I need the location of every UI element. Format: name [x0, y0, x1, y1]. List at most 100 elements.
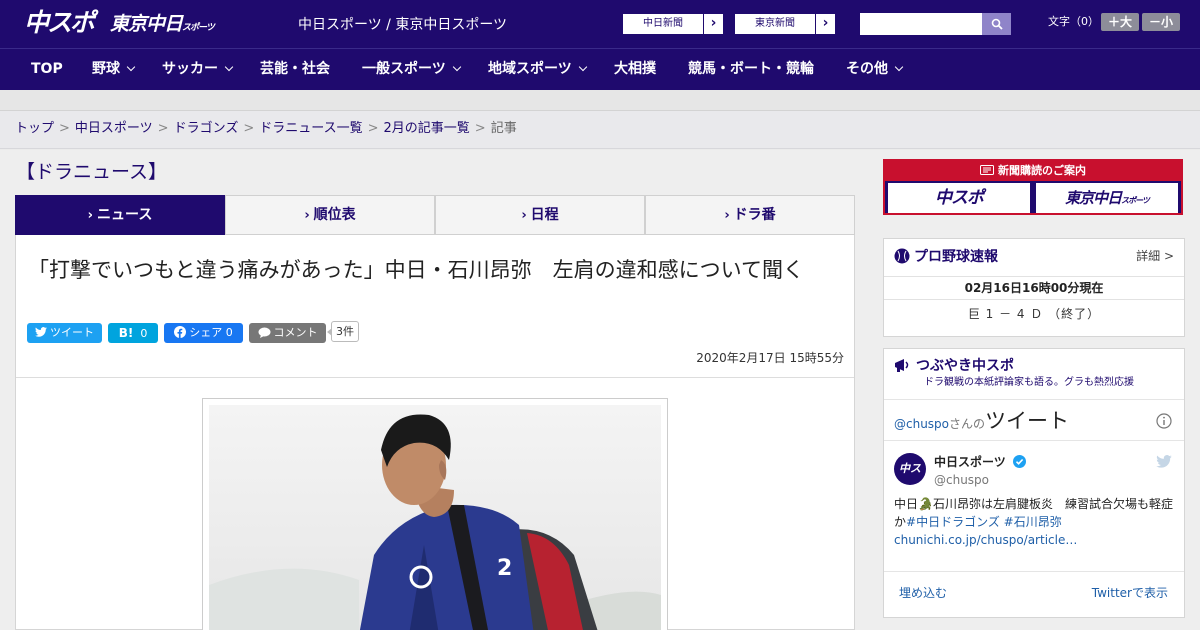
subscribe-tokyo-chunichi-small: スポーツ: [1121, 196, 1150, 205]
facebook-share-label: シェア: [189, 326, 223, 339]
nav-racing[interactable]: 競馬・ボート・競輪: [688, 49, 814, 91]
chevron-right-icon: ›: [521, 208, 527, 223]
breadcrumb-month-list[interactable]: 2月の記事一覧: [384, 121, 470, 136]
embed-link[interactable]: 埋め込む: [899, 572, 947, 614]
nav-top[interactable]: TOP: [31, 49, 63, 91]
subscribe-tokyo-chunichi-button[interactable]: 東京中日スポーツ: [1036, 183, 1178, 213]
tweet-widget-title: つぶやき中スポ: [894, 357, 1014, 375]
hatena-count: 0: [140, 327, 148, 340]
font-increase-button[interactable]: ＋大: [1101, 13, 1139, 31]
pro-baseball-title-text: プロ野球速報: [914, 249, 998, 265]
chevron-down-icon: [126, 62, 136, 72]
font-decrease-button[interactable]: －小: [1142, 13, 1180, 31]
chunichi-shimbun-link[interactable]: 中日新聞 ›: [622, 13, 724, 35]
nav-racing-label: 競馬・ボート・競輪: [688, 61, 814, 77]
tweet-timeline-account[interactable]: @chuspoさんのツイート: [894, 400, 1069, 442]
tab-schedule[interactable]: › 日程: [435, 195, 645, 235]
article: 「打撃でいつもと違う痛みがあった」中日・石川昂弥 左肩の違和感について聞く ツイ…: [15, 235, 855, 630]
search-button[interactable]: [982, 13, 1011, 35]
pro-baseball-title: プロ野球速報: [894, 248, 998, 266]
chevron-down-icon: [452, 62, 461, 72]
tweet-account-suffix: さんの: [949, 417, 986, 431]
tab-dora-ban-label: ドラ番: [733, 207, 776, 223]
article-photo[interactable]: 2: [202, 398, 668, 630]
comment-button[interactable]: コメント: [249, 323, 326, 343]
tokyo-chunichi-logo-small: スポーツ: [182, 23, 215, 33]
breadcrumb-dragons[interactable]: ドラゴンズ: [174, 121, 239, 136]
tweet-link[interactable]: chunichi.co.jp/chuspo/article…: [894, 533, 1077, 547]
svg-text:2: 2: [497, 556, 512, 581]
nav-sumo-label: 大相撲: [614, 61, 656, 77]
breadcrumb-chuspo[interactable]: 中日スポーツ: [75, 121, 153, 136]
speech-bubble-icon: [258, 327, 270, 338]
nav-local-sports[interactable]: 地域スポーツ: [488, 49, 587, 91]
subscription-banner[interactable]: 新聞購読のご案内 中スポ 東京中日スポーツ: [883, 159, 1183, 215]
tweet-widget-title-text: つぶやき中スポ: [916, 358, 1014, 374]
chevron-down-icon: [578, 62, 587, 72]
tweet-widget-footer: 埋め込む Twitterで表示: [884, 571, 1184, 613]
pro-baseball-widget: プロ野球速報 詳細 > 02月16日16時00分現在 巨 1 － 4 Ｄ （終了…: [883, 238, 1185, 337]
subscribe-chuspo-button[interactable]: 中スポ: [888, 183, 1030, 213]
nav-soccer-label: サッカー: [162, 61, 218, 77]
nav-other-label: その他: [846, 61, 888, 77]
comment-count[interactable]: 3件: [327, 321, 359, 342]
breadcrumb-current: 記事: [490, 121, 517, 136]
chevron-right-icon: ›: [815, 14, 835, 34]
twitter-icon: [35, 327, 47, 337]
subscribe-tokyo-chunichi-label: 東京中日: [1065, 189, 1122, 207]
pro-baseball-score[interactable]: 巨 1 － 4 Ｄ （終了）: [884, 306, 1184, 322]
tweet-author-handle[interactable]: @chuspo: [934, 473, 989, 487]
view-on-twitter-link[interactable]: Twitterで表示: [1092, 572, 1168, 614]
twitter-bird-icon: [1156, 455, 1172, 468]
nav-baseball[interactable]: 野球: [92, 49, 136, 91]
tokyo-shimbun-link[interactable]: 東京新聞 ›: [734, 13, 836, 35]
tab-dora-ban[interactable]: › ドラ番: [645, 195, 855, 235]
comment-label: コメント: [273, 326, 318, 339]
nav-general-sports-label: 一般スポーツ: [362, 61, 446, 77]
tab-standings[interactable]: › 順位表: [225, 195, 435, 235]
tweet-label: ツイート: [50, 326, 94, 339]
tweet-hashtags[interactable]: #中日ドラゴンズ #石川昂弥: [906, 515, 1062, 529]
ad-band: [0, 90, 1200, 111]
tab-news-label: ニュース: [97, 207, 153, 223]
tokyo-chunichi-logo[interactable]: 東京中日スポーツ: [110, 12, 215, 40]
nav-general-sports[interactable]: 一般スポーツ: [362, 49, 461, 91]
nav-soccer[interactable]: サッカー: [162, 49, 234, 91]
tokyo-chunichi-logo-text: 東京中日: [110, 13, 183, 35]
chuspo-logo[interactable]: 中スポ: [24, 9, 95, 37]
facebook-icon: [174, 326, 187, 338]
subscription-title: 新聞購読のご案内: [998, 164, 1086, 177]
tweet-author-name[interactable]: 中日スポーツ: [934, 454, 1026, 470]
nav-other[interactable]: その他: [846, 49, 904, 91]
breadcrumb-separator: >: [157, 121, 169, 136]
tweet-text: 中日🐊石川昂弥は左肩腱板炎 練習試合欠場も軽症か#中日ドラゴンズ #石川昂弥 c…: [894, 495, 1176, 549]
nav-baseball-label: 野球: [92, 61, 120, 77]
facebook-share-button[interactable]: シェア 0: [164, 323, 243, 343]
verified-badge-icon: [1012, 455, 1026, 468]
breadcrumb-separator: >: [474, 121, 486, 136]
hatena-bookmark-button[interactable]: B! 0: [108, 323, 158, 343]
tweet-widget-subtitle: ドラ観戦の本紙評論家も語る。グラも熱烈応援: [924, 377, 1134, 388]
breadcrumb-separator: >: [243, 121, 255, 136]
nav-entertainment[interactable]: 芸能・社会: [260, 49, 330, 91]
megaphone-icon: [895, 359, 909, 372]
search-input[interactable]: [860, 13, 982, 35]
twitter-widget: つぶやき中スポ ドラ観戦の本紙評論家も語る。グラも熱烈応援 @chuspoさんの…: [883, 348, 1185, 618]
breadcrumb-news-list[interactable]: ドラニュース一覧: [259, 121, 362, 136]
article-headline: 「打撃でいつもと違う痛みがあった」中日・石川昂弥 左肩の違和感について聞く: [28, 258, 804, 282]
chevron-down-icon: [894, 62, 904, 72]
chevron-down-icon: [224, 62, 234, 72]
avatar[interactable]: 中ス: [894, 453, 926, 485]
chevron-right-icon: ›: [87, 208, 94, 223]
tab-news[interactable]: › ニュース: [15, 195, 225, 242]
search-icon: [991, 18, 1003, 30]
breadcrumb-top[interactable]: トップ: [15, 121, 54, 136]
tweet-button[interactable]: ツイート: [27, 323, 102, 343]
baseball-icon: [894, 248, 910, 264]
nav-sumo[interactable]: 大相撲: [614, 49, 656, 91]
divider: [16, 377, 854, 378]
player-photo: 2: [209, 405, 661, 630]
tweet-author-name-text: 中日スポーツ: [934, 455, 1006, 469]
subscription-banner-header: 新聞購読のご案内: [885, 161, 1181, 181]
pro-baseball-detail-link[interactable]: 詳細 >: [1136, 248, 1174, 264]
